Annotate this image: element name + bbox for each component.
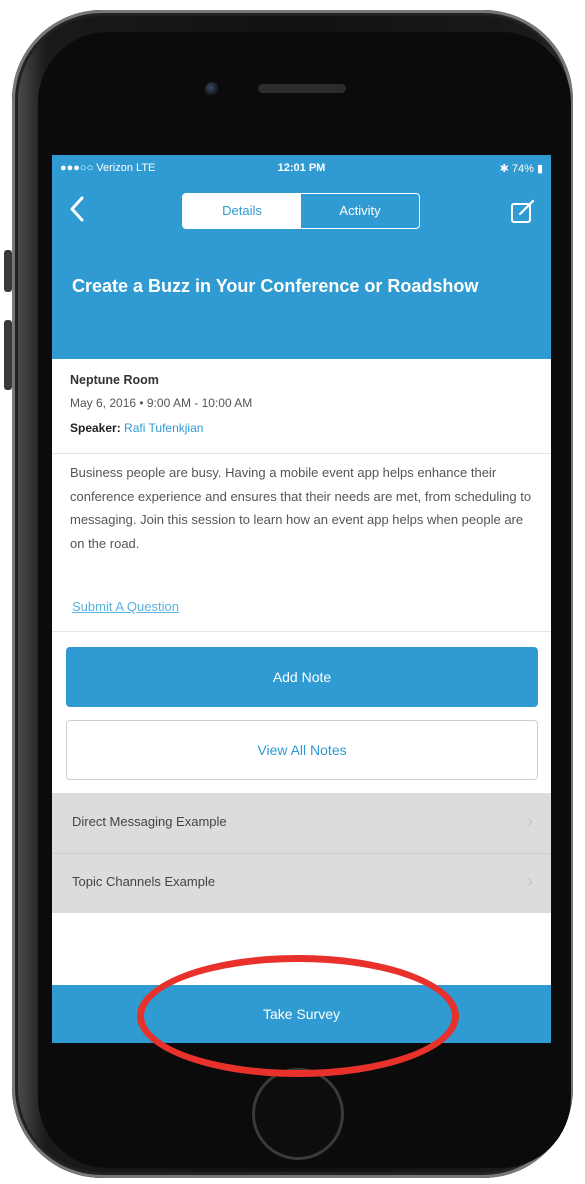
add-note-button[interactable]: Add Note bbox=[66, 647, 538, 707]
chevron-right-icon: › bbox=[527, 811, 533, 831]
battery-status: ✱ 74% ▮ bbox=[500, 162, 543, 175]
app-screen: ●●●○○ Verizon LTE 12:01 PM ✱ 74% ▮ Detai… bbox=[52, 155, 551, 1043]
navigation-bar: Details Activity bbox=[52, 181, 551, 237]
divider bbox=[52, 453, 551, 454]
tab-activity[interactable]: Activity bbox=[301, 194, 419, 228]
links-list: Direct Messaging Example › Topic Channel… bbox=[52, 793, 551, 913]
battery-percent: 74% bbox=[511, 163, 534, 175]
front-camera bbox=[205, 82, 219, 96]
view-all-notes-button[interactable]: View All Notes bbox=[66, 720, 538, 780]
segmented-control: Details Activity bbox=[182, 193, 420, 229]
session-header: Create a Buzz in Your Conference or Road… bbox=[52, 237, 551, 359]
bluetooth-icon: ✱ bbox=[499, 163, 509, 175]
take-survey-button[interactable]: Take Survey bbox=[52, 985, 551, 1043]
compose-icon[interactable] bbox=[509, 197, 537, 225]
status-bar: ●●●○○ Verizon LTE 12:01 PM ✱ 74% ▮ bbox=[52, 155, 551, 181]
volume-up-button bbox=[4, 320, 12, 390]
speaker-label: Speaker: bbox=[70, 421, 121, 435]
session-room: Neptune Room bbox=[70, 373, 159, 387]
stage: ●●●○○ Verizon LTE 12:01 PM ✱ 74% ▮ Detai… bbox=[0, 0, 585, 1184]
chevron-right-icon: › bbox=[527, 871, 533, 891]
list-item-direct-messaging[interactable]: Direct Messaging Example › bbox=[52, 793, 551, 854]
list-item-topic-channels[interactable]: Topic Channels Example › bbox=[52, 853, 551, 913]
mute-switch bbox=[4, 250, 12, 292]
session-info: Neptune Room May 6, 2016 • 9:00 AM - 10:… bbox=[70, 369, 540, 441]
speaker-link[interactable]: Rafi Tufenkjian bbox=[124, 421, 203, 435]
home-button[interactable] bbox=[252, 1068, 344, 1160]
submit-question-link[interactable]: Submit A Question bbox=[72, 599, 179, 614]
earpiece-speaker bbox=[258, 84, 346, 93]
tab-details[interactable]: Details bbox=[183, 194, 301, 228]
session-title: Create a Buzz in Your Conference or Road… bbox=[72, 276, 479, 296]
list-item-label: Direct Messaging Example bbox=[72, 814, 227, 829]
status-time: 12:01 PM bbox=[277, 162, 326, 174]
divider bbox=[52, 631, 551, 632]
speaker-line: Speaker: Rafi Tufenkjian bbox=[70, 415, 540, 441]
battery-icon: ▮ bbox=[536, 163, 543, 175]
session-datetime: May 6, 2016 • 9:00 AM - 10:00 AM bbox=[70, 396, 253, 410]
chevron-left-icon[interactable] bbox=[62, 191, 92, 227]
session-description: Business people are busy. Having a mobil… bbox=[70, 465, 532, 551]
list-item-label: Topic Channels Example bbox=[72, 874, 216, 889]
